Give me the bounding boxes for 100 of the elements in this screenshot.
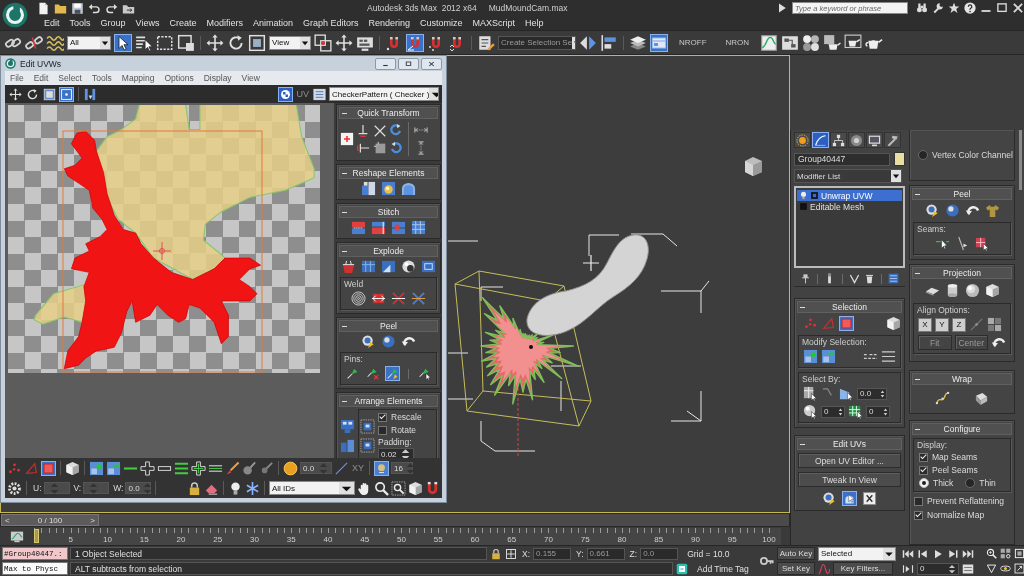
- vertex-dots-icon[interactable]: [803, 316, 818, 331]
- menu-item[interactable]: Edit: [39, 18, 65, 28]
- circle-icon[interactable]: [283, 460, 298, 476]
- plus-square-icon[interactable]: [340, 132, 354, 146]
- minus-tile-icon[interactable]: [821, 349, 836, 364]
- pin-icon[interactable]: [345, 366, 360, 381]
- cube-icon[interactable]: [886, 316, 901, 331]
- modifier-stack-item[interactable]: Unwrap UVW: [797, 190, 902, 201]
- text-button[interactable]: NROFF: [671, 38, 715, 47]
- align-icon[interactable]: [356, 123, 370, 138]
- panel-tab[interactable]: [848, 132, 865, 148]
- isolate-icon[interactable]: [505, 547, 517, 560]
- close-icon[interactable]: [1012, 2, 1024, 14]
- box-icon[interactable]: [974, 391, 989, 406]
- lock-icon[interactable]: [187, 480, 202, 496]
- maximize-icon[interactable]: [996, 2, 1008, 14]
- folder-icon[interactable]: [54, 1, 67, 15]
- checker-icon[interactable]: [278, 86, 294, 102]
- axis-button[interactable]: Z: [952, 317, 966, 332]
- spinner-field[interactable]: 0.0: [857, 387, 887, 400]
- rollout-header[interactable]: Quick Transform: [339, 107, 438, 119]
- face-square-icon[interactable]: [41, 460, 56, 476]
- wrench-icon[interactable]: [932, 2, 944, 14]
- gizmo-crosshair-icon[interactable]: [152, 241, 172, 261]
- zoom-icon[interactable]: [374, 480, 389, 496]
- rollout-header[interactable]: Edit UVs: [797, 438, 902, 450]
- circle-tile-icon[interactable]: [381, 181, 396, 196]
- lock-icon[interactable]: [490, 547, 502, 560]
- move-icon[interactable]: [206, 33, 224, 52]
- arrows-box-icon[interactable]: [371, 291, 386, 306]
- auto-key-button[interactable]: Auto Key: [777, 547, 815, 560]
- lines-icon[interactable]: [881, 349, 896, 364]
- view-cube-icon[interactable]: [745, 157, 762, 176]
- curve-editor-icon[interactable]: [760, 33, 779, 52]
- menu-item[interactable]: Display: [198, 73, 237, 83]
- sphere-bolt-icon[interactable]: [924, 203, 940, 218]
- triangle-icon[interactable]: [986, 563, 997, 574]
- cursor-icon[interactable]: [114, 33, 132, 52]
- menu-item[interactable]: Graph Editors: [297, 18, 364, 28]
- curve-icon[interactable]: [818, 562, 830, 575]
- plane-cursor-icon[interactable]: [839, 386, 854, 401]
- time-tag-icon[interactable]: [676, 562, 688, 575]
- lines-icon[interactable]: [174, 460, 189, 476]
- cube-icon[interactable]: [408, 480, 423, 496]
- panels-icon[interactable]: [361, 181, 376, 196]
- rollout-header[interactable]: Reshape Elements: [339, 167, 438, 179]
- spinner-field[interactable]: [43, 482, 70, 494]
- axis-button[interactable]: X: [918, 317, 932, 332]
- panel-tab[interactable]: [830, 132, 847, 148]
- previous-frame-button[interactable]: <: [2, 515, 13, 525]
- grid-cursor-icon[interactable]: [848, 404, 863, 419]
- radio-button[interactable]: [965, 478, 976, 488]
- edit-list-icon[interactable]: [477, 33, 495, 52]
- wave-icon[interactable]: [46, 33, 64, 52]
- stripes-icon[interactable]: [391, 220, 406, 235]
- id-filter-dropdown[interactable]: All IDs: [269, 481, 355, 495]
- list-icon[interactable]: [312, 86, 327, 102]
- minus-tile-icon[interactable]: [106, 460, 121, 476]
- rollout-header[interactable]: Explode: [339, 245, 438, 257]
- round-brush-icon[interactable]: [242, 460, 257, 476]
- sphere-icon[interactable]: [381, 334, 396, 349]
- key-icon[interactable]: [760, 554, 774, 568]
- magnet-icon[interactable]: [425, 480, 440, 496]
- plus-tile-icon[interactable]: [803, 349, 818, 364]
- modifier-stack-item[interactable]: Editable Mesh: [797, 201, 902, 212]
- face-square-icon[interactable]: [839, 316, 854, 331]
- checkbox[interactable]: [378, 412, 387, 422]
- scale-icon[interactable]: [42, 86, 57, 102]
- rollout-header[interactable]: Selection: [797, 301, 902, 313]
- menu-item[interactable]: Animation: [247, 18, 298, 28]
- maximize-button[interactable]: [398, 57, 419, 70]
- spinner-arrows-icon[interactable]: [882, 406, 889, 417]
- panel-button[interactable]: Open UV Editor ...: [798, 453, 901, 468]
- key-mode-dropdown[interactable]: Selected: [818, 546, 896, 561]
- menu-item[interactable]: Group: [95, 18, 131, 28]
- spinner-field[interactable]: [83, 482, 110, 494]
- menu-item[interactable]: MAXScript: [467, 18, 521, 28]
- menu-item[interactable]: Rendering: [363, 18, 416, 28]
- rollout-header[interactable]: Projection: [912, 267, 1012, 279]
- trackbar[interactable]: 5 10 15 20 25 30 35 40 45 50 55 60 65 70 75 80 85 90 95 100: [34, 527, 781, 545]
- dashed-square-icon[interactable]: [360, 437, 375, 453]
- sphere-bolt-icon[interactable]: [361, 334, 376, 349]
- nested-squares-icon[interactable]: [1014, 548, 1024, 559]
- plus-outline-icon[interactable]: [191, 460, 206, 476]
- plus-tile-icon[interactable]: [89, 460, 104, 476]
- brush-icon[interactable]: [225, 460, 240, 476]
- time-slider[interactable]: < 0 / 100 >: [0, 513, 790, 527]
- spinner-field[interactable]: 0: [866, 405, 890, 418]
- rollout-header[interactable]: Arrange Elements: [339, 395, 438, 407]
- close-button[interactable]: [421, 57, 442, 70]
- cross-icon[interactable]: [391, 291, 406, 306]
- rings-icon[interactable]: [351, 291, 366, 306]
- box-cursor-icon[interactable]: [803, 386, 818, 401]
- object-color-swatch[interactable]: [894, 152, 905, 166]
- go-to-end-icon[interactable]: [962, 547, 974, 560]
- trash-icon[interactable]: [863, 273, 875, 284]
- list-icon[interactable]: [888, 273, 900, 284]
- ball-icon[interactable]: [401, 259, 416, 274]
- named-selection-dropdown[interactable]: Create Selection Se: [498, 35, 576, 50]
- spinner-field[interactable]: 0: [821, 405, 845, 418]
